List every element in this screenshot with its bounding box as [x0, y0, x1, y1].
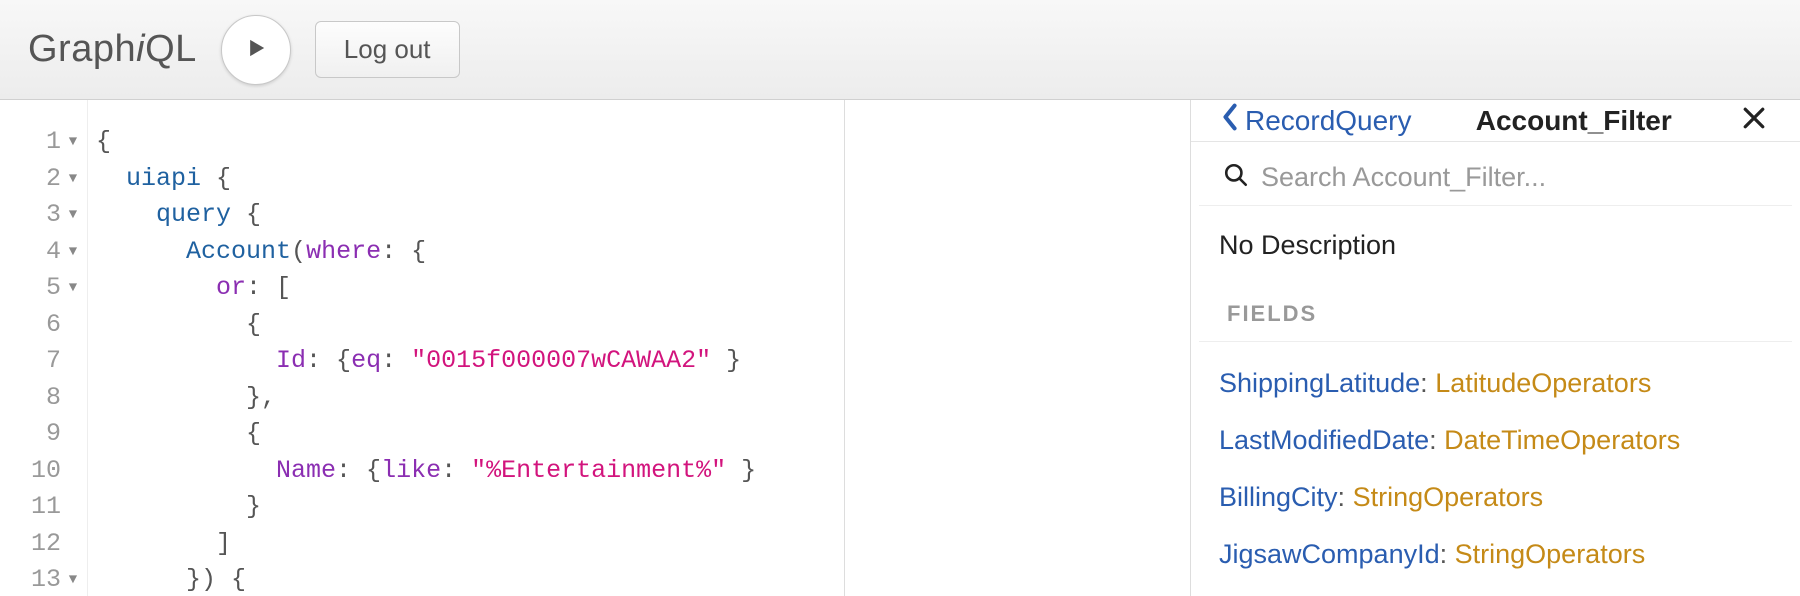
doc-field-name[interactable]: BillingCity [1219, 482, 1338, 512]
colon: : [1420, 368, 1435, 398]
editor-code[interactable]: { uiapi { query { Account(where: { or: [… [88, 100, 844, 596]
gutter-line: 3▼ [0, 197, 87, 234]
code-line[interactable]: ] [96, 526, 844, 563]
gutter-line: 1▼ [0, 124, 87, 161]
line-number: 7 [46, 343, 61, 380]
line-number: 4 [46, 234, 61, 271]
code-line[interactable]: Id: {eq: "0015f000007wCAWAA2" } [96, 343, 844, 380]
doc-field-row: LastModifiedDate: DateTimeOperators [1219, 425, 1772, 456]
line-number: 10 [31, 453, 61, 490]
chevron-left-icon [1219, 101, 1241, 140]
colon: : [1429, 425, 1444, 455]
logo: GraphiQL [28, 28, 197, 71]
code-line[interactable]: uiapi { [96, 161, 844, 198]
logo-part-2: QL [145, 28, 197, 70]
query-editor[interactable]: 1▼2▼3▼4▼5▼678910111213▼ { uiapi { query … [0, 100, 845, 596]
line-number: 1 [46, 124, 61, 161]
doc-field-row: ShippingLatitude: LatitudeOperators [1219, 368, 1772, 399]
fold-arrow-icon[interactable]: ▼ [67, 234, 79, 271]
code-line[interactable]: Name: {like: "%Entertainment%" } [96, 453, 844, 490]
doc-field-name[interactable]: LastModifiedDate [1219, 425, 1429, 455]
doc-field-type[interactable]: DateTimeOperators [1444, 425, 1680, 455]
code-line[interactable]: query { [96, 197, 844, 234]
fold-arrow-icon[interactable]: ▼ [67, 124, 79, 161]
app-root: GraphiQL Log out 1▼2▼3▼4▼5▼678910111213▼… [0, 0, 1800, 596]
gutter-line: 8 [0, 380, 87, 417]
doc-header: RecordQuery Account_Filter [1191, 100, 1800, 142]
code-line[interactable]: { [96, 416, 844, 453]
doc-explorer: RecordQuery Account_Filter No Descriptio… [1190, 100, 1800, 596]
play-icon [242, 34, 270, 65]
doc-field-row: JigsawCompanyId: StringOperators [1219, 539, 1772, 570]
gutter-line: 10 [0, 453, 87, 490]
doc-search-input[interactable] [1261, 162, 1768, 193]
doc-back-button[interactable]: RecordQuery [1219, 101, 1412, 140]
gutter-line: 6 [0, 307, 87, 344]
gutter-line: 5▼ [0, 270, 87, 307]
line-number: 8 [46, 380, 61, 417]
doc-fields-label: FIELDS [1199, 291, 1792, 342]
line-number: 2 [46, 161, 61, 198]
gutter-line: 13▼ [0, 562, 87, 596]
code-line[interactable]: { [96, 307, 844, 344]
logout-button[interactable]: Log out [315, 21, 460, 78]
colon: : [1440, 539, 1455, 569]
doc-field-row: BillingCity: StringOperators [1219, 482, 1772, 513]
doc-fields-list: ShippingLatitude: LatitudeOperatorsLastM… [1191, 342, 1800, 596]
doc-field-type[interactable]: StringOperators [1455, 539, 1646, 569]
doc-field-type[interactable]: StringOperators [1353, 482, 1544, 512]
toolbar: GraphiQL Log out [0, 0, 1800, 100]
code-line[interactable]: } [96, 489, 844, 526]
results-pane [845, 100, 1190, 596]
doc-description: No Description [1191, 206, 1800, 291]
close-icon [1739, 103, 1769, 138]
doc-close-button[interactable] [1736, 103, 1772, 139]
line-number: 12 [31, 526, 61, 563]
gutter-line: 11 [0, 489, 87, 526]
line-number: 11 [31, 489, 61, 526]
line-number: 13 [31, 562, 61, 596]
line-number: 5 [46, 270, 61, 307]
gutter-line: 9 [0, 416, 87, 453]
gutter-line: 4▼ [0, 234, 87, 271]
logo-part-1: Graph [28, 28, 136, 70]
colon: : [1338, 482, 1353, 512]
code-line[interactable]: or: [ [96, 270, 844, 307]
fold-arrow-icon[interactable]: ▼ [67, 161, 79, 198]
main-split: 1▼2▼3▼4▼5▼678910111213▼ { uiapi { query … [0, 100, 1800, 596]
code-line[interactable]: Account(where: { [96, 234, 844, 271]
fold-arrow-icon[interactable]: ▼ [67, 270, 79, 307]
doc-back-label: RecordQuery [1245, 105, 1412, 137]
code-line[interactable]: }, [96, 380, 844, 417]
doc-field-name[interactable]: ShippingLatitude [1219, 368, 1420, 398]
run-query-button[interactable] [221, 15, 291, 85]
fold-arrow-icon[interactable]: ▼ [67, 562, 79, 596]
line-number: 9 [46, 416, 61, 453]
doc-field-type[interactable]: LatitudeOperators [1435, 368, 1651, 398]
gutter-line: 7 [0, 343, 87, 380]
doc-title: Account_Filter [1422, 105, 1726, 137]
line-number: 3 [46, 197, 61, 234]
code-line[interactable]: { [96, 124, 844, 161]
line-number: 6 [46, 307, 61, 344]
gutter-line: 12 [0, 526, 87, 563]
gutter-line: 2▼ [0, 161, 87, 198]
doc-field-name[interactable]: JigsawCompanyId [1219, 539, 1440, 569]
logo-part-i: i [136, 28, 145, 70]
code-line[interactable]: }) { [96, 562, 844, 596]
doc-search[interactable] [1199, 142, 1792, 206]
fold-arrow-icon[interactable]: ▼ [67, 197, 79, 234]
editor-gutter: 1▼2▼3▼4▼5▼678910111213▼ [0, 100, 88, 596]
search-icon [1223, 162, 1249, 193]
